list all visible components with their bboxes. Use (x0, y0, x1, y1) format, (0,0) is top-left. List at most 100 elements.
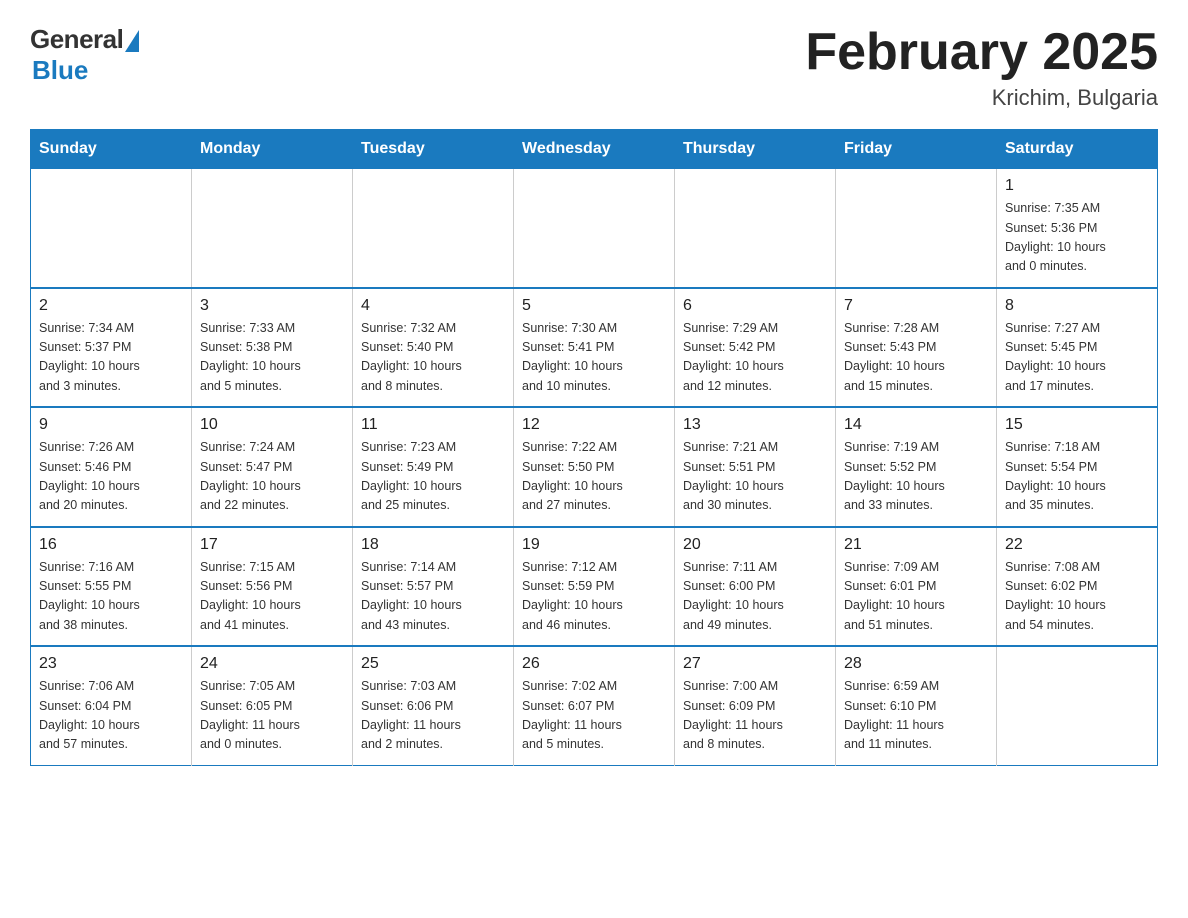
day-info: Sunrise: 7:26 AMSunset: 5:46 PMDaylight:… (39, 438, 183, 516)
calendar-week-1: 1Sunrise: 7:35 AMSunset: 5:36 PMDaylight… (31, 169, 1158, 288)
logo-blue-text: Blue (32, 55, 88, 86)
calendar-cell: 3 Sunrise: 7:33 AMSunset: 5:38 PMDaylight… (192, 288, 353, 408)
weekday-header-tuesday: Tuesday (353, 130, 514, 169)
day-info: Sunrise: 7:23 AMSunset: 5:49 PMDaylight:… (361, 438, 505, 516)
day-number: 4 (361, 297, 505, 315)
weekday-header-friday: Friday (836, 130, 997, 169)
calendar-week-3: 9 Sunrise: 7:26 AMSunset: 5:46 PMDaylight… (31, 407, 1158, 527)
day-info: Sunrise: 7:19 AMSunset: 5:52 PMDaylight:… (844, 438, 988, 516)
calendar-cell: 9 Sunrise: 7:26 AMSunset: 5:46 PMDaylight… (31, 407, 192, 527)
calendar-week-5: 23 Sunrise: 7:06 AMSunset: 6:04 PMDayligh… (31, 646, 1158, 765)
day-info: Sunrise: 6:59 AMSunset: 6:10 PMDaylight:… (844, 677, 988, 755)
calendar-cell: 7 Sunrise: 7:28 AMSunset: 5:43 PMDaylight… (836, 288, 997, 408)
day-number: 18 (361, 536, 505, 554)
calendar-cell: 2 Sunrise: 7:34 AMSunset: 5:37 PMDaylight… (31, 288, 192, 408)
day-number: 7 (844, 297, 988, 315)
calendar-cell: 26 Sunrise: 7:02 AMSunset: 6:07 PMDayligh… (514, 646, 675, 765)
day-info: Sunrise: 7:29 AMSunset: 5:42 PMDaylight:… (683, 319, 827, 397)
day-info: Sunrise: 7:03 AMSunset: 6:06 PMDaylight:… (361, 677, 505, 755)
calendar-cell: 15 Sunrise: 7:18 AMSunset: 5:54 PMDayligh… (997, 407, 1158, 527)
calendar-cell: 12 Sunrise: 7:22 AMSunset: 5:50 PMDayligh… (514, 407, 675, 527)
day-number: 12 (522, 416, 666, 434)
location: Krichim, Bulgaria (805, 85, 1158, 111)
day-number: 17 (200, 536, 344, 554)
day-number: 14 (844, 416, 988, 434)
day-number: 24 (200, 655, 344, 673)
day-number: 9 (39, 416, 183, 434)
weekday-header-thursday: Thursday (675, 130, 836, 169)
calendar-cell (514, 169, 675, 288)
day-number: 25 (361, 655, 505, 673)
weekday-header-wednesday: Wednesday (514, 130, 675, 169)
day-info: Sunrise: 7:08 AMSunset: 6:02 PMDaylight:… (1005, 558, 1149, 636)
calendar-cell: 23 Sunrise: 7:06 AMSunset: 6:04 PMDayligh… (31, 646, 192, 765)
calendar-week-2: 2 Sunrise: 7:34 AMSunset: 5:37 PMDaylight… (31, 288, 1158, 408)
day-number: 13 (683, 416, 827, 434)
day-info: Sunrise: 7:32 AMSunset: 5:40 PMDaylight:… (361, 319, 505, 397)
calendar-cell: 6 Sunrise: 7:29 AMSunset: 5:42 PMDaylight… (675, 288, 836, 408)
day-info: Sunrise: 7:06 AMSunset: 6:04 PMDaylight:… (39, 677, 183, 755)
calendar-cell: 8Sunrise: 7:27 AMSunset: 5:45 PMDaylight… (997, 288, 1158, 408)
calendar-cell: 18 Sunrise: 7:14 AMSunset: 5:57 PMDayligh… (353, 527, 514, 647)
logo-triangle-icon (125, 30, 139, 52)
day-info: Sunrise: 7:18 AMSunset: 5:54 PMDaylight:… (1005, 438, 1149, 516)
day-info: Sunrise: 7:35 AMSunset: 5:36 PMDaylight:… (1005, 199, 1149, 277)
day-number: 16 (39, 536, 183, 554)
day-info: Sunrise: 7:09 AMSunset: 6:01 PMDaylight:… (844, 558, 988, 636)
calendar-cell: 5Sunrise: 7:30 AMSunset: 5:41 PMDaylight… (514, 288, 675, 408)
day-info: Sunrise: 7:05 AMSunset: 6:05 PMDaylight:… (200, 677, 344, 755)
calendar-cell: 19Sunrise: 7:12 AMSunset: 5:59 PMDayligh… (514, 527, 675, 647)
calendar-cell (192, 169, 353, 288)
day-number: 3 (200, 297, 344, 315)
day-number: 19 (522, 536, 666, 554)
weekday-header-sunday: Sunday (31, 130, 192, 169)
day-number: 27 (683, 655, 827, 673)
day-info: Sunrise: 7:02 AMSunset: 6:07 PMDaylight:… (522, 677, 666, 755)
day-info: Sunrise: 7:30 AMSunset: 5:41 PMDaylight:… (522, 319, 666, 397)
calendar-header-row: SundayMondayTuesdayWednesdayThursdayFrid… (31, 130, 1158, 169)
day-number: 15 (1005, 416, 1149, 434)
day-number: 22 (1005, 536, 1149, 554)
day-number: 2 (39, 297, 183, 315)
day-info: Sunrise: 7:33 AMSunset: 5:38 PMDaylight:… (200, 319, 344, 397)
calendar-cell: 11 Sunrise: 7:23 AMSunset: 5:49 PMDayligh… (353, 407, 514, 527)
calendar-cell: 27 Sunrise: 7:00 AMSunset: 6:09 PMDayligh… (675, 646, 836, 765)
day-info: Sunrise: 7:22 AMSunset: 5:50 PMDaylight:… (522, 438, 666, 516)
day-number: 20 (683, 536, 827, 554)
day-number: 26 (522, 655, 666, 673)
day-number: 11 (361, 416, 505, 434)
calendar-cell: 24 Sunrise: 7:05 AMSunset: 6:05 PMDayligh… (192, 646, 353, 765)
page-header: General Blue February 2025 Krichim, Bulg… (30, 24, 1158, 111)
logo-general-text: General (30, 24, 123, 55)
title-block: February 2025 Krichim, Bulgaria (805, 24, 1158, 111)
calendar-cell: 13 Sunrise: 7:21 AMSunset: 5:51 PMDayligh… (675, 407, 836, 527)
calendar-cell (31, 169, 192, 288)
day-info: Sunrise: 7:00 AMSunset: 6:09 PMDaylight:… (683, 677, 827, 755)
day-info: Sunrise: 7:21 AMSunset: 5:51 PMDaylight:… (683, 438, 827, 516)
day-number: 21 (844, 536, 988, 554)
day-info: Sunrise: 7:27 AMSunset: 5:45 PMDaylight:… (1005, 319, 1149, 397)
logo: General Blue (30, 24, 139, 86)
day-info: Sunrise: 7:34 AMSunset: 5:37 PMDaylight:… (39, 319, 183, 397)
day-number: 6 (683, 297, 827, 315)
day-info: Sunrise: 7:16 AMSunset: 5:55 PMDaylight:… (39, 558, 183, 636)
calendar-cell: 4 Sunrise: 7:32 AMSunset: 5:40 PMDaylight… (353, 288, 514, 408)
day-number: 28 (844, 655, 988, 673)
day-info: Sunrise: 7:14 AMSunset: 5:57 PMDaylight:… (361, 558, 505, 636)
calendar-cell: 1Sunrise: 7:35 AMSunset: 5:36 PMDaylight… (997, 169, 1158, 288)
calendar-cell (997, 646, 1158, 765)
calendar-cell (836, 169, 997, 288)
calendar-cell: 21 Sunrise: 7:09 AMSunset: 6:01 PMDayligh… (836, 527, 997, 647)
day-info: Sunrise: 7:28 AMSunset: 5:43 PMDaylight:… (844, 319, 988, 397)
calendar-table: SundayMondayTuesdayWednesdayThursdayFrid… (30, 129, 1158, 766)
calendar-cell (353, 169, 514, 288)
calendar-cell: 17Sunrise: 7:15 AMSunset: 5:56 PMDayligh… (192, 527, 353, 647)
day-info: Sunrise: 7:24 AMSunset: 5:47 PMDaylight:… (200, 438, 344, 516)
calendar-cell (675, 169, 836, 288)
calendar-cell: 14 Sunrise: 7:19 AMSunset: 5:52 PMDayligh… (836, 407, 997, 527)
day-number: 10 (200, 416, 344, 434)
day-info: Sunrise: 7:11 AMSunset: 6:00 PMDaylight:… (683, 558, 827, 636)
day-number: 23 (39, 655, 183, 673)
weekday-header-saturday: Saturday (997, 130, 1158, 169)
calendar-cell: 28 Sunrise: 6:59 AMSunset: 6:10 PMDayligh… (836, 646, 997, 765)
